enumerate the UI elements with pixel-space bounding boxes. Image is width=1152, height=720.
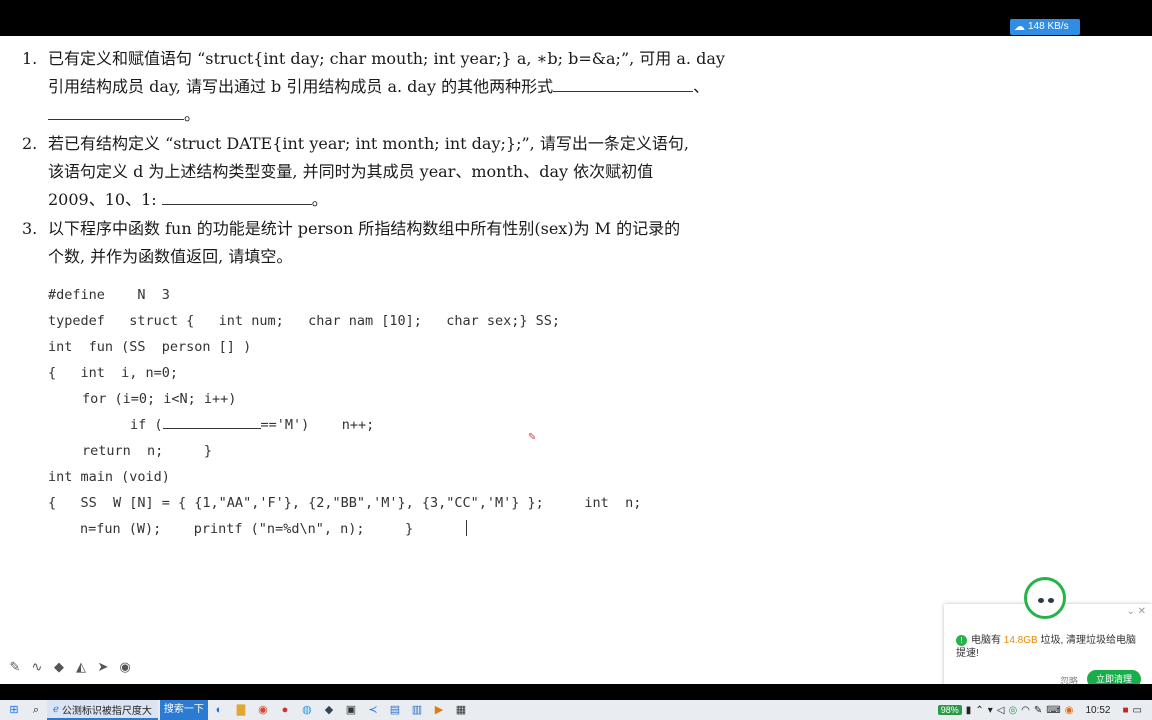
pen-icon[interactable]: ✎	[8, 660, 22, 675]
code-line: #define N 3	[48, 287, 170, 303]
question-2: 2. 若已有结构定义 “struct DATE{int year; int mon…	[22, 130, 782, 214]
search-button[interactable]: 搜索一下	[159, 700, 208, 720]
code-line: { int i, n=0;	[48, 365, 179, 381]
answer-blank[interactable]	[162, 415, 261, 429]
code-line: { SS W [N] = { {1,"AA",'F'}, {2,"BB",'M'…	[48, 495, 642, 511]
answer-blank[interactable]	[48, 103, 184, 120]
code-line: int main (void)	[48, 469, 170, 485]
question-text: 个数, 并作为函数值返回, 请填空。	[48, 247, 293, 266]
app-icon[interactable]: ▶	[431, 702, 447, 718]
question-text: 已有定义和赋值语句 “struct{int day; char mouth; i…	[48, 49, 725, 68]
code-line: n=fun (W); printf ("n=%d\n", n); }	[80, 521, 414, 537]
app-icon[interactable]: ●	[277, 702, 293, 718]
text-caret	[466, 520, 467, 536]
question-number: 1.	[22, 49, 38, 68]
notification-app-icon[interactable]: ■	[1123, 705, 1129, 716]
curve-icon[interactable]: ∿	[30, 660, 44, 675]
popup-controls: ⌄ ✕	[1126, 606, 1146, 617]
code-text: if (	[130, 417, 163, 433]
app-icon[interactable]: ◍	[299, 702, 315, 718]
cloud-icon: ☁	[1014, 21, 1025, 33]
code-line: return n; }	[82, 443, 213, 459]
info-icon: !	[956, 635, 967, 646]
browser-icon: ℯ	[53, 703, 59, 715]
question-text: 以下程序中函数 fun 的功能是统计 person 所指结构数组中所有性别(se…	[48, 219, 681, 238]
question-1: 1. 已有定义和赋值语句 “struct{int day; char mouth;…	[22, 45, 782, 129]
question-text: 2009、10、1:	[48, 190, 157, 209]
chrome-icon[interactable]: ◉	[255, 702, 271, 718]
message-text: 电脑有	[971, 635, 1001, 646]
punctuation: 。	[184, 105, 201, 124]
cleanup-message: ! 电脑有 14.8GB 垃圾, 清理垃圾给电脑提速!	[956, 634, 1146, 660]
chevron-down-icon[interactable]: ⌄	[1126, 606, 1134, 617]
app-icon[interactable]: ▤	[387, 702, 403, 718]
app-icon[interactable]: ▦	[453, 702, 469, 718]
question-text: 引用结构成员 day, 请写出通过 b 引用结构成员 a. day 的其他两种形…	[48, 77, 554, 96]
system-tray: 98% ▮ ⌃ ▾ ◁ ◎ ◠ ✎ ⌨ ◉ 10:52 ■ ▭	[937, 705, 1152, 716]
junk-amount: 14.8GB	[1003, 635, 1038, 646]
chevron-up-icon[interactable]: ⌃	[975, 705, 983, 716]
tray-icon[interactable]: ▮	[966, 705, 972, 716]
code-line: typedef struct { int num; char nam [10];…	[48, 313, 561, 329]
app-icon[interactable]: ▣	[343, 702, 359, 718]
network-speed-text: 148 KB/s	[1028, 21, 1069, 32]
pen-cursor-icon: ✎	[528, 432, 537, 443]
answer-blank[interactable]	[553, 75, 694, 92]
windows-start-icon[interactable]: ⊞	[6, 702, 22, 718]
code-line: for (i=0; i<N; i++)	[82, 391, 237, 407]
usb-icon[interactable]: ▾	[988, 705, 993, 716]
folder-icon[interactable]: ▇	[233, 702, 249, 718]
question-text: 该语句定义 d 为上述结构类型变量, 并同时为其成员 year、month、da…	[48, 162, 654, 181]
wifi-icon[interactable]: ◠	[1021, 705, 1030, 716]
clock[interactable]: 10:52	[1085, 705, 1110, 716]
punctuation: 。	[311, 190, 328, 209]
vscode-icon[interactable]: ≺	[365, 702, 381, 718]
mascot-icon	[1024, 577, 1066, 619]
network-speed-widget[interactable]: ☁ 148 KB/s	[1010, 19, 1080, 35]
question-text: 若已有结构定义 “struct DATE{int year; int month…	[48, 134, 689, 153]
record-icon[interactable]: ◉	[118, 660, 132, 675]
answer-blank[interactable]	[161, 188, 312, 205]
search-icon[interactable]: ⌕	[28, 702, 44, 718]
question-3: 3. 以下程序中函数 fun 的功能是统计 person 所指结构数组中所有性别(…	[22, 215, 782, 271]
battery-indicator[interactable]: 98%	[937, 705, 962, 715]
code-line: if ( =='M') n++;	[130, 412, 374, 438]
code-line: int fun (SS person [] )	[48, 339, 252, 355]
input-icon[interactable]: ⌨	[1046, 705, 1060, 716]
volume-icon[interactable]: ◁	[997, 705, 1005, 716]
close-icon[interactable]: ✕	[1138, 606, 1146, 617]
browser-title: 公测标识被指尺度大	[61, 705, 152, 717]
highlighter-icon[interactable]: ◆	[52, 660, 66, 675]
code-text: =='M') n++;	[260, 417, 375, 433]
taskbar: ⊞ ⌕ ℯ 公测标识被指尺度大 搜索一下 ◐ ▇ ◉ ● ◍ ◆ ▣ ≺ ▤ ▥…	[0, 700, 1152, 720]
annotation-toolbar: ✎ ∿ ◆ ◭ ➤ ◉	[8, 660, 132, 675]
action-center-icon[interactable]: ▭	[1133, 705, 1142, 716]
pen-tray-icon[interactable]: ✎	[1034, 705, 1042, 716]
app-icon[interactable]: ▥	[409, 702, 425, 718]
question-number: 3.	[22, 219, 38, 238]
document-page: 1. 已有定义和赋值语句 “struct{int day; char mouth;…	[0, 36, 940, 684]
punctuation: 、	[693, 77, 710, 96]
pointer-icon[interactable]: ➤	[96, 660, 110, 675]
app-icon[interactable]: ◆	[321, 702, 337, 718]
question-number: 2.	[22, 134, 38, 153]
tray-icon[interactable]: ◉	[1065, 705, 1074, 716]
taskbar-item-browser[interactable]: ℯ 公测标识被指尺度大	[47, 700, 158, 720]
eraser-icon[interactable]: ◭	[74, 660, 88, 675]
edge-icon[interactable]: ◐	[211, 702, 227, 718]
tray-icon[interactable]: ◎	[1008, 705, 1017, 716]
top-black-bar	[0, 0, 1152, 36]
